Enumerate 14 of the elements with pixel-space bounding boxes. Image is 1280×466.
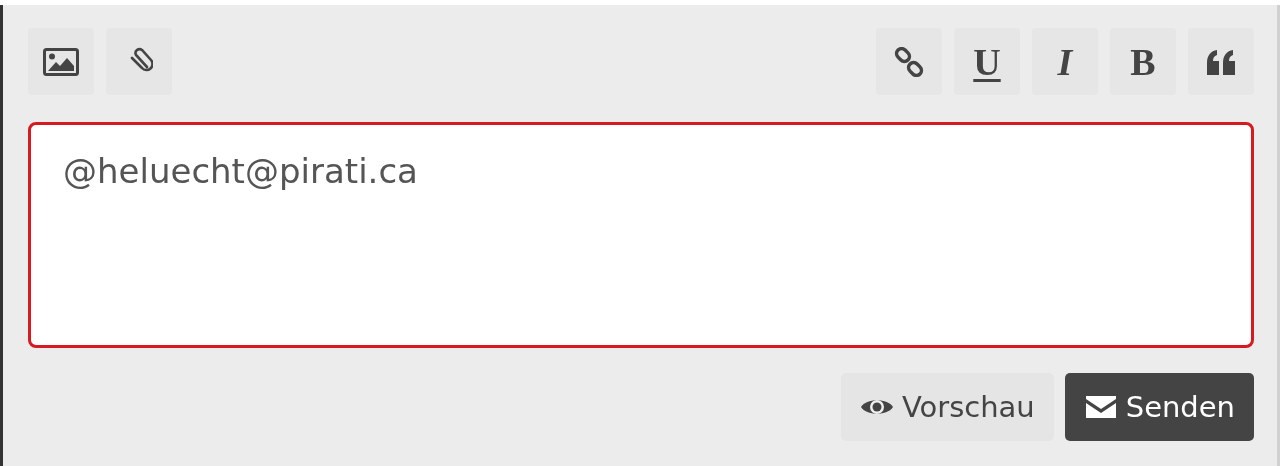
link-button[interactable] [876,28,942,95]
envelope-icon [1083,394,1118,420]
send-button[interactable]: Senden [1064,373,1254,441]
attach-button[interactable] [106,28,172,95]
underline-button[interactable]: U [954,28,1020,95]
link-icon [894,46,924,77]
message-field[interactable]: @heluecht@pirati.ca [28,122,1254,348]
quote-button[interactable] [1188,28,1254,95]
image-icon [43,47,79,76]
bold-button[interactable]: B [1110,28,1176,95]
image-button[interactable] [28,28,94,95]
italic-button[interactable]: I [1032,28,1098,95]
quote-icon [1205,48,1237,75]
preview-button[interactable]: Vorschau [840,373,1054,441]
